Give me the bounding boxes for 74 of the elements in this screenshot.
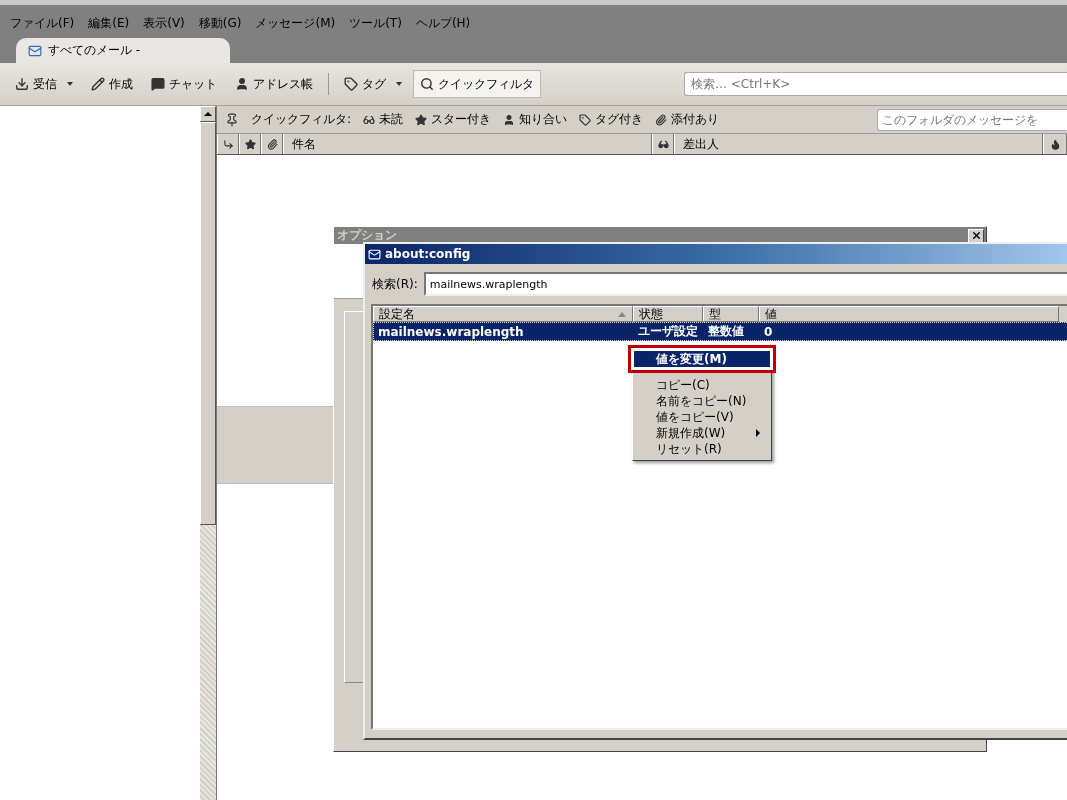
filter-button[interactable]: 添付あり — [655, 111, 720, 128]
sort-arrow-icon — [618, 311, 626, 317]
context-menu-item[interactable]: 値をコピー(V) — [634, 409, 770, 425]
menu-item[interactable]: 表示(V) — [143, 15, 185, 33]
paperclip-icon — [655, 113, 668, 126]
menu-item[interactable]: ヘルプ(H) — [415, 15, 471, 33]
menu-item[interactable]: メッセージ(M) — [255, 15, 336, 33]
scrollbar-thumb[interactable] — [200, 122, 216, 525]
dropdown-caret-icon — [67, 82, 73, 86]
close-button[interactable] — [968, 228, 984, 243]
column-header[interactable] — [217, 134, 239, 154]
glasses-icon — [657, 138, 669, 150]
pin-icon[interactable] — [225, 112, 239, 127]
column-header[interactable] — [1043, 134, 1067, 154]
menu-item[interactable]: ファイル(F) — [10, 15, 75, 33]
preference-type: 整数値 — [707, 323, 745, 340]
menu-item[interactable]: 移動(G) — [198, 15, 242, 33]
search-field[interactable]: mailnews.wraplength — [423, 272, 1067, 296]
star-icon — [415, 113, 428, 126]
toolbar-button[interactable]: チャット — [144, 70, 224, 98]
pencil-icon — [91, 77, 105, 91]
download-icon — [15, 77, 29, 91]
context-menu-item[interactable]: コピー(C) — [634, 377, 770, 393]
dropdown-caret-icon — [396, 82, 402, 86]
context-menu-item[interactable]: 新規作成(W) — [634, 425, 770, 441]
context-menu-item[interactable]: 名前をコピー(N) — [634, 393, 770, 409]
tag-icon — [579, 113, 592, 126]
window-title: about:config — [385, 247, 471, 261]
context-menu-item[interactable]: 値を変更(M) — [634, 351, 770, 367]
column-header[interactable]: 件名 — [283, 134, 652, 154]
glasses-icon — [363, 113, 376, 126]
search-label: 検索(R): — [372, 275, 418, 293]
folder-search-field[interactable]: このフォルダのメッセージを — [877, 108, 1067, 131]
preference-row[interactable]: mailnews.wraplength ユーザ設定 整数値 0 — [373, 322, 1067, 341]
filter-button[interactable]: タグ付き — [579, 111, 644, 128]
column-header[interactable]: 型 — [703, 306, 759, 322]
column-header[interactable] — [261, 134, 283, 154]
search-field[interactable]: 検索… <Ctrl+K> — [684, 72, 1067, 96]
app-icon — [368, 247, 381, 261]
chat-bubble-icon — [151, 77, 165, 91]
toolbar-button[interactable]: クイックフィルタ — [413, 70, 541, 98]
submenu-arrow-icon — [756, 429, 760, 437]
search-icon — [420, 77, 434, 91]
tag-icon — [344, 77, 358, 91]
star-icon — [244, 138, 256, 150]
column-header[interactable] — [652, 134, 674, 154]
preference-status: ユーザ設定 — [637, 323, 699, 340]
context-menu-item[interactable]: リセット(R) — [634, 441, 770, 457]
scroll-up-button[interactable] — [200, 106, 216, 122]
filter-button[interactable]: 未読 — [363, 111, 404, 128]
preference-value: 0 — [763, 324, 774, 339]
menu-item[interactable]: 編集(E) — [88, 15, 130, 33]
close-icon — [970, 230, 982, 241]
mail-folder-icon — [28, 43, 42, 58]
thread-icon — [222, 138, 234, 150]
filter-button[interactable]: 知り合い — [503, 111, 568, 128]
column-header[interactable] — [239, 134, 261, 154]
toolbar-button[interactable]: アドレス帳 — [228, 70, 320, 98]
toolbar-button[interactable]: タグ — [337, 70, 409, 98]
paperclip-icon — [266, 138, 278, 150]
person-icon — [503, 113, 516, 126]
dialog-title: オプション — [337, 227, 397, 244]
toolbar-button[interactable]: 作成 — [84, 70, 140, 98]
folder-tab[interactable]: すべてのメール - — [16, 38, 231, 63]
column-header[interactable]: 値 — [759, 306, 1059, 322]
menu-item[interactable]: ツール(T) — [349, 15, 402, 33]
column-header[interactable]: 差出人 — [674, 134, 1043, 154]
filter-button[interactable]: スター付き — [415, 111, 492, 128]
person-icon — [235, 77, 249, 91]
flame-icon — [1049, 138, 1061, 150]
preference-name: mailnews.wraplength — [377, 324, 525, 339]
quick-filter-label: クイックフィルタ: — [251, 111, 352, 128]
column-header[interactable]: 状態 — [633, 306, 703, 322]
toolbar-button[interactable]: 受信 — [8, 70, 80, 98]
